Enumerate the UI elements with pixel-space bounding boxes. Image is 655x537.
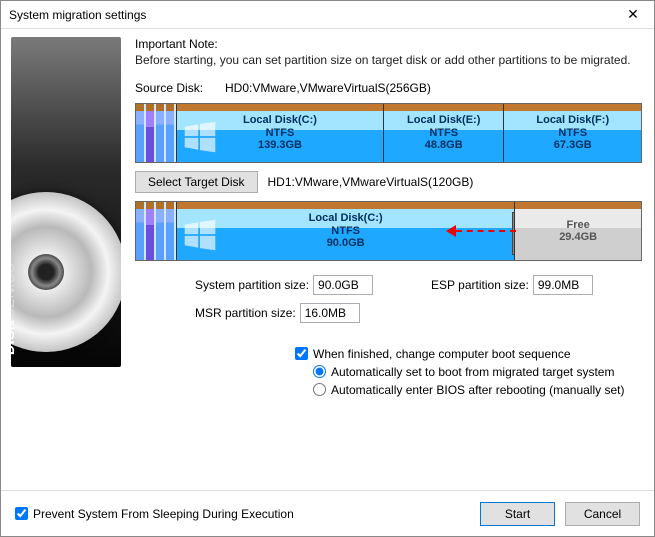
- free-space-partition[interactable]: Free29.4GB: [514, 202, 641, 260]
- esp-size-label: ESP partition size:: [431, 278, 529, 292]
- partition-size: 67.3GB: [554, 139, 592, 151]
- partition-size: 29.4GB: [559, 231, 597, 243]
- resize-arrow-icon: [446, 226, 516, 236]
- disk-illustration: DISKGENIUS: [11, 37, 121, 367]
- windows-logo-icon: [183, 120, 217, 154]
- partition-name: Local Disk(E:): [407, 114, 480, 126]
- partition-fs: NTFS: [558, 127, 587, 139]
- partition-size: 90.0GB: [327, 237, 365, 249]
- auto-boot-label: Automatically set to boot from migrated …: [331, 365, 614, 379]
- partition-fs: NTFS: [266, 127, 295, 139]
- partition[interactable]: Local Disk(C:)NTFS90.0GB: [176, 202, 514, 260]
- start-button[interactable]: Start: [480, 502, 555, 526]
- prevent-sleep-checkbox[interactable]: [15, 507, 28, 520]
- close-icon[interactable]: ✕: [612, 1, 654, 28]
- partition-name: Free: [567, 219, 590, 231]
- partition-size: 139.3GB: [258, 139, 302, 151]
- partition: Local Disk(F:)NTFS67.3GB: [503, 104, 641, 162]
- msr-size-label: MSR partition size:: [195, 306, 296, 320]
- windows-logo-icon: [183, 218, 217, 252]
- note-text: Before starting, you can set partition s…: [135, 53, 642, 69]
- auto-boot-radio[interactable]: [313, 365, 326, 378]
- manual-bios-radio[interactable]: [313, 383, 326, 396]
- finish-change-boot-checkbox[interactable]: [295, 347, 308, 360]
- partition-fs: NTFS: [331, 225, 360, 237]
- source-disk-map: Local Disk(C:)NTFS139.3GBLocal Disk(E:)N…: [135, 103, 642, 163]
- partition-name: Local Disk(F:): [536, 114, 609, 126]
- prevent-sleep-label: Prevent System From Sleeping During Exec…: [33, 507, 294, 521]
- window: System migration settings ✕ DISKGENIUS I…: [0, 0, 655, 537]
- titlebar: System migration settings ✕: [1, 1, 654, 29]
- partition-name: Local Disk(C:): [243, 114, 317, 126]
- brand-main: DISK: [11, 320, 17, 355]
- finish-change-boot-label: When finished, change computer boot sequ…: [313, 347, 571, 361]
- source-disk-value: HD0:VMware,VMwareVirtualS(256GB): [225, 81, 431, 95]
- system-size-input[interactable]: [313, 275, 373, 295]
- esp-size-input[interactable]: [533, 275, 593, 295]
- footer: Prevent System From Sleeping During Exec…: [1, 490, 654, 536]
- window-title: System migration settings: [9, 8, 612, 22]
- target-disk-value: HD1:VMware,VMwareVirtualS(120GB): [268, 175, 474, 189]
- note-title: Important Note:: [135, 37, 642, 51]
- boot-options: When finished, change computer boot sequ…: [295, 345, 642, 401]
- partition-name: Local Disk(C:): [309, 212, 383, 224]
- partition: Local Disk(C:)NTFS139.3GB: [176, 104, 383, 162]
- cancel-button[interactable]: Cancel: [565, 502, 640, 526]
- manual-bios-label: Automatically enter BIOS after rebooting…: [331, 383, 624, 397]
- partition: Local Disk(E:)NTFS48.8GB: [383, 104, 504, 162]
- system-size-label: System partition size:: [195, 278, 309, 292]
- partition-fs: NTFS: [429, 127, 458, 139]
- partition-size: 48.8GB: [425, 139, 463, 151]
- select-target-disk-button[interactable]: Select Target Disk: [135, 171, 258, 193]
- source-disk-label: Source Disk:: [135, 81, 225, 95]
- msr-size-input[interactable]: [300, 303, 360, 323]
- target-disk-map[interactable]: Local Disk(C:)NTFS90.0GBFree29.4GB: [135, 201, 642, 261]
- brand-sub: GENIUS: [11, 263, 17, 320]
